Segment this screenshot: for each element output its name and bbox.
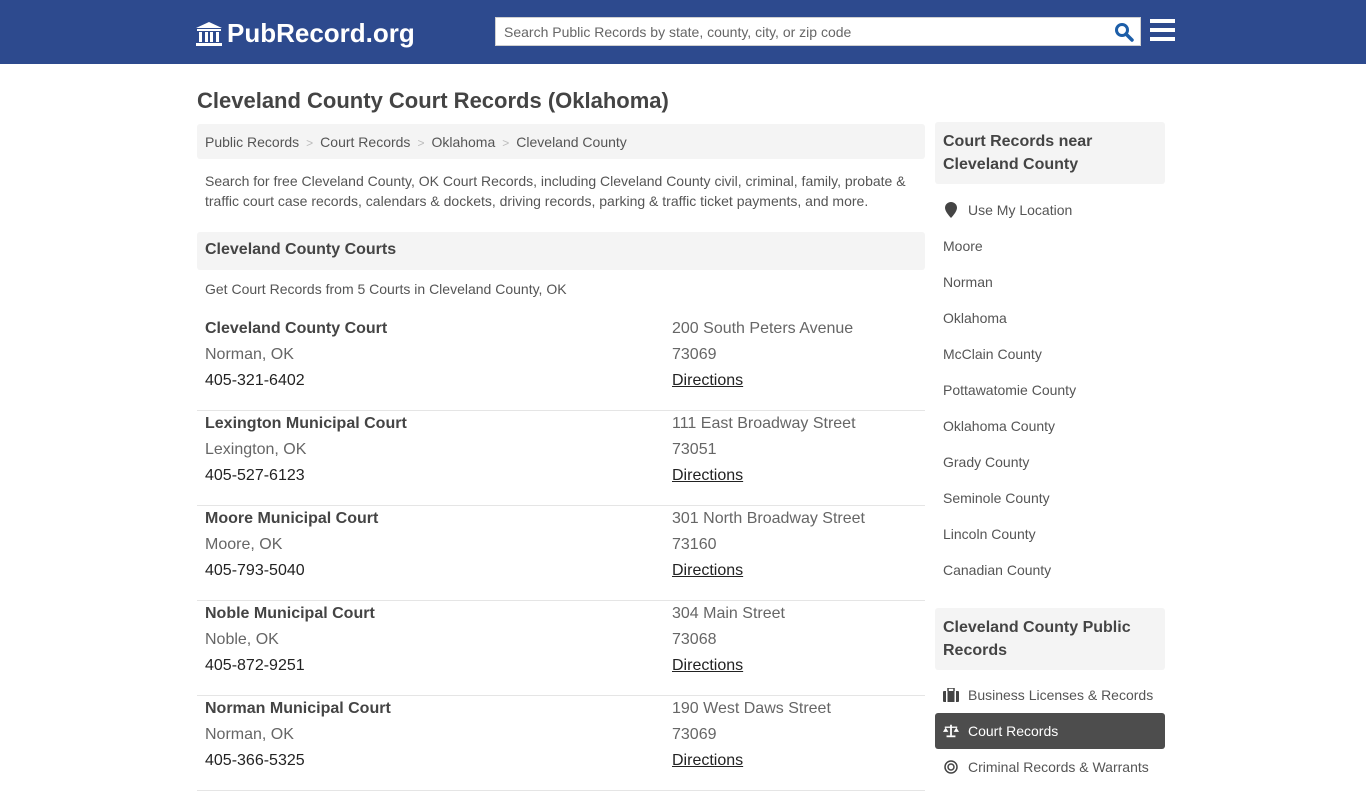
use-location-label: Use My Location (968, 202, 1073, 218)
nearby-link[interactable]: Grady County (935, 444, 1165, 480)
court-address: 301 North Broadway Street (672, 510, 865, 527)
court-zip: 73051 (672, 441, 717, 458)
court-name[interactable]: Lexington Municipal Court (205, 415, 407, 433)
nearby-link[interactable]: Moore (935, 228, 1165, 264)
court-item: Noble Municipal Court Noble, OK 405-872-… (197, 601, 925, 696)
breadcrumb-oklahoma[interactable]: Oklahoma (431, 134, 495, 150)
sidebar-item-label: Criminal Records & Warrants (968, 759, 1149, 775)
court-item: Norman Municipal Court Norman, OK 405-36… (197, 696, 925, 791)
court-address: 190 West Daws Street (672, 700, 831, 717)
nearby-link[interactable]: Oklahoma County (935, 408, 1165, 444)
court-phone[interactable]: 405-366-5325 (205, 752, 305, 770)
court-city: Lexington, OK (205, 441, 307, 458)
use-my-location-button[interactable]: Use My Location (935, 192, 1165, 228)
nearby-link[interactable]: Oklahoma (935, 300, 1165, 336)
courts-list: Cleveland County Court Norman, OK 405-32… (197, 316, 925, 791)
court-name[interactable]: Moore Municipal Court (205, 510, 378, 528)
sidebar-item-business-licenses[interactable]: Business Licenses & Records (935, 677, 1165, 713)
court-phone[interactable]: 405-793-5040 (205, 562, 305, 580)
court-item: Lexington Municipal Court Lexington, OK … (197, 411, 925, 506)
briefcase-icon (943, 687, 959, 703)
court-city: Noble, OK (205, 631, 279, 648)
court-city: Norman, OK (205, 346, 294, 363)
breadcrumb-court-records[interactable]: Court Records (320, 134, 410, 150)
court-name[interactable]: Cleveland County Court (205, 320, 387, 338)
court-address: 111 East Broadway Street (672, 415, 856, 432)
court-zip: 73160 (672, 536, 717, 553)
breadcrumb-separator: > (417, 136, 425, 150)
court-item: Cleveland County Court Norman, OK 405-32… (197, 316, 925, 411)
sidebar-item-court-records[interactable]: Court Records (935, 713, 1165, 749)
court-address: 304 Main Street (672, 605, 785, 622)
directions-link[interactable]: Directions (672, 372, 743, 390)
breadcrumb: Public Records > Court Records > Oklahoma > Cl… (197, 124, 925, 159)
site-logo[interactable]: PubRecord.org (195, 18, 415, 49)
search-box (495, 17, 1141, 46)
directions-link[interactable]: Directions (672, 657, 743, 675)
public-records-heading: Cleveland County Public Records (935, 608, 1165, 670)
logo-text: PubRecord.org (227, 18, 415, 48)
nearby-link[interactable]: McClain County (935, 336, 1165, 372)
nearby-link[interactable]: Lincoln County (935, 516, 1165, 552)
nearby-heading: Court Records near Cleveland County (935, 122, 1165, 184)
court-name[interactable]: Noble Municipal Court (205, 605, 375, 623)
breadcrumb-public-records[interactable]: Public Records (205, 134, 299, 150)
courts-section-heading: Cleveland County Courts (197, 232, 925, 270)
public-records-list: Business Licenses & Records Court Record… (935, 677, 1165, 785)
court-phone[interactable]: 405-872-9251 (205, 657, 305, 675)
court-zip: 73069 (672, 346, 717, 363)
court-zip: 73069 (672, 726, 717, 743)
fingerprint-icon (943, 759, 959, 775)
directions-link[interactable]: Directions (672, 562, 743, 580)
court-city: Norman, OK (205, 726, 294, 743)
courts-count-text: Get Court Records from 5 Courts in Cleve… (205, 281, 567, 297)
nearby-link[interactable]: Pottawatomie County (935, 372, 1165, 408)
directions-link[interactable]: Directions (672, 467, 743, 485)
court-name[interactable]: Norman Municipal Court (205, 700, 391, 718)
sidebar-item-label: Business Licenses & Records (968, 687, 1154, 703)
nearby-list: Use My Location Moore Norman Oklahoma Mc… (935, 192, 1165, 588)
directions-link[interactable]: Directions (672, 752, 743, 770)
court-zip: 73068 (672, 631, 717, 648)
search-icon[interactable] (1114, 22, 1134, 42)
courthouse-icon (196, 21, 222, 46)
scale-icon (943, 723, 959, 739)
breadcrumb-separator: > (306, 136, 314, 150)
nearby-link[interactable]: Canadian County (935, 552, 1165, 588)
search-input[interactable] (496, 18, 1106, 45)
map-marker-icon (943, 202, 959, 218)
nearby-link[interactable]: Seminole County (935, 480, 1165, 516)
nearby-link[interactable]: Norman (935, 264, 1165, 300)
sidebar-item-label: Court Records (968, 723, 1059, 739)
court-phone[interactable]: 405-527-6123 (205, 467, 305, 485)
site-header: PubRecord.org (0, 0, 1366, 64)
intro-text: Search for free Cleveland County, OK Cou… (205, 173, 906, 209)
breadcrumb-separator: > (502, 136, 510, 150)
page-title: Cleveland County Court Records (Oklahoma… (197, 88, 669, 113)
sidebar-item-criminal-records[interactable]: Criminal Records & Warrants (935, 749, 1165, 785)
court-phone[interactable]: 405-321-6402 (205, 372, 305, 390)
hamburger-menu-icon[interactable] (1150, 19, 1175, 41)
court-city: Moore, OK (205, 536, 283, 553)
court-item: Moore Municipal Court Moore, OK 405-793-… (197, 506, 925, 601)
court-address: 200 South Peters Avenue (672, 320, 854, 337)
breadcrumb-cleveland-county[interactable]: Cleveland County (516, 134, 627, 150)
